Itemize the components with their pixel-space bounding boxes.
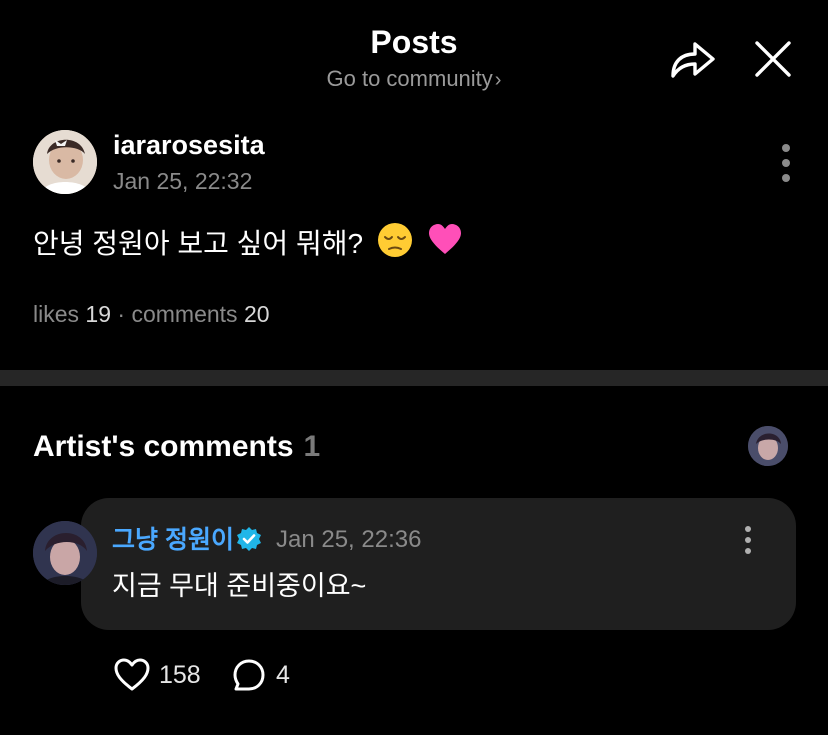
author-name[interactable]: iararosesita (113, 127, 265, 163)
close-icon (755, 41, 791, 77)
post-more-options-button[interactable] (772, 142, 800, 184)
post-stats: likes 19 · comments 20 (33, 298, 270, 330)
comment-timestamp: Jan 25, 22:36 (276, 526, 422, 553)
comment-text: 지금 무대 준비중이요~ (112, 571, 367, 601)
speech-bubble-icon (233, 659, 265, 691)
artist-avatar-small[interactable] (748, 426, 788, 466)
likes-label: likes (33, 301, 80, 327)
share-button[interactable] (665, 34, 719, 84)
comment-reply-button[interactable]: 4 (232, 655, 312, 695)
comment-like-count: 158 (159, 660, 201, 689)
artist-comments-count: 1 (303, 430, 321, 463)
close-button[interactable] (748, 34, 798, 84)
artist-comments-header: Artist's comments 1 (33, 428, 320, 466)
chevron-right-icon: › (494, 69, 502, 91)
section-divider (0, 370, 828, 386)
artist-avatar-small-image (748, 426, 788, 466)
likes-count: 19 (85, 301, 111, 327)
comment-bubble (81, 498, 796, 630)
post-body: 안녕 정원아 보고 싶어 뭐해? (33, 222, 463, 269)
heart-icon (114, 658, 150, 691)
go-to-community-label: Go to community (326, 66, 493, 91)
comments-count: 20 (243, 301, 270, 327)
share-icon (671, 42, 715, 78)
pensive-face-icon (377, 222, 413, 269)
author-avatar[interactable] (33, 130, 97, 194)
verified-badge-icon (236, 526, 262, 552)
pink-heart-icon (427, 222, 463, 269)
comment-reply-count: 4 (276, 660, 290, 689)
comments-label: comments (131, 301, 238, 327)
commenter-name[interactable]: 그냥 정원이 (112, 524, 234, 556)
commenter-avatar[interactable] (33, 521, 97, 585)
comment-like-button[interactable]: 158 (113, 655, 213, 695)
artist-comments-title: Artist's comments (33, 430, 294, 463)
author-avatar-image (33, 130, 97, 194)
more-vertical-icon (745, 526, 751, 554)
post-timestamp: Jan 25, 22:32 (113, 168, 253, 194)
commenter-avatar-image (33, 521, 97, 585)
more-vertical-icon (782, 144, 790, 182)
stats-separator: · (117, 301, 126, 327)
comment-more-options-button[interactable] (736, 524, 760, 556)
post-text: 안녕 정원아 보고 싶어 뭐해? (33, 227, 364, 259)
